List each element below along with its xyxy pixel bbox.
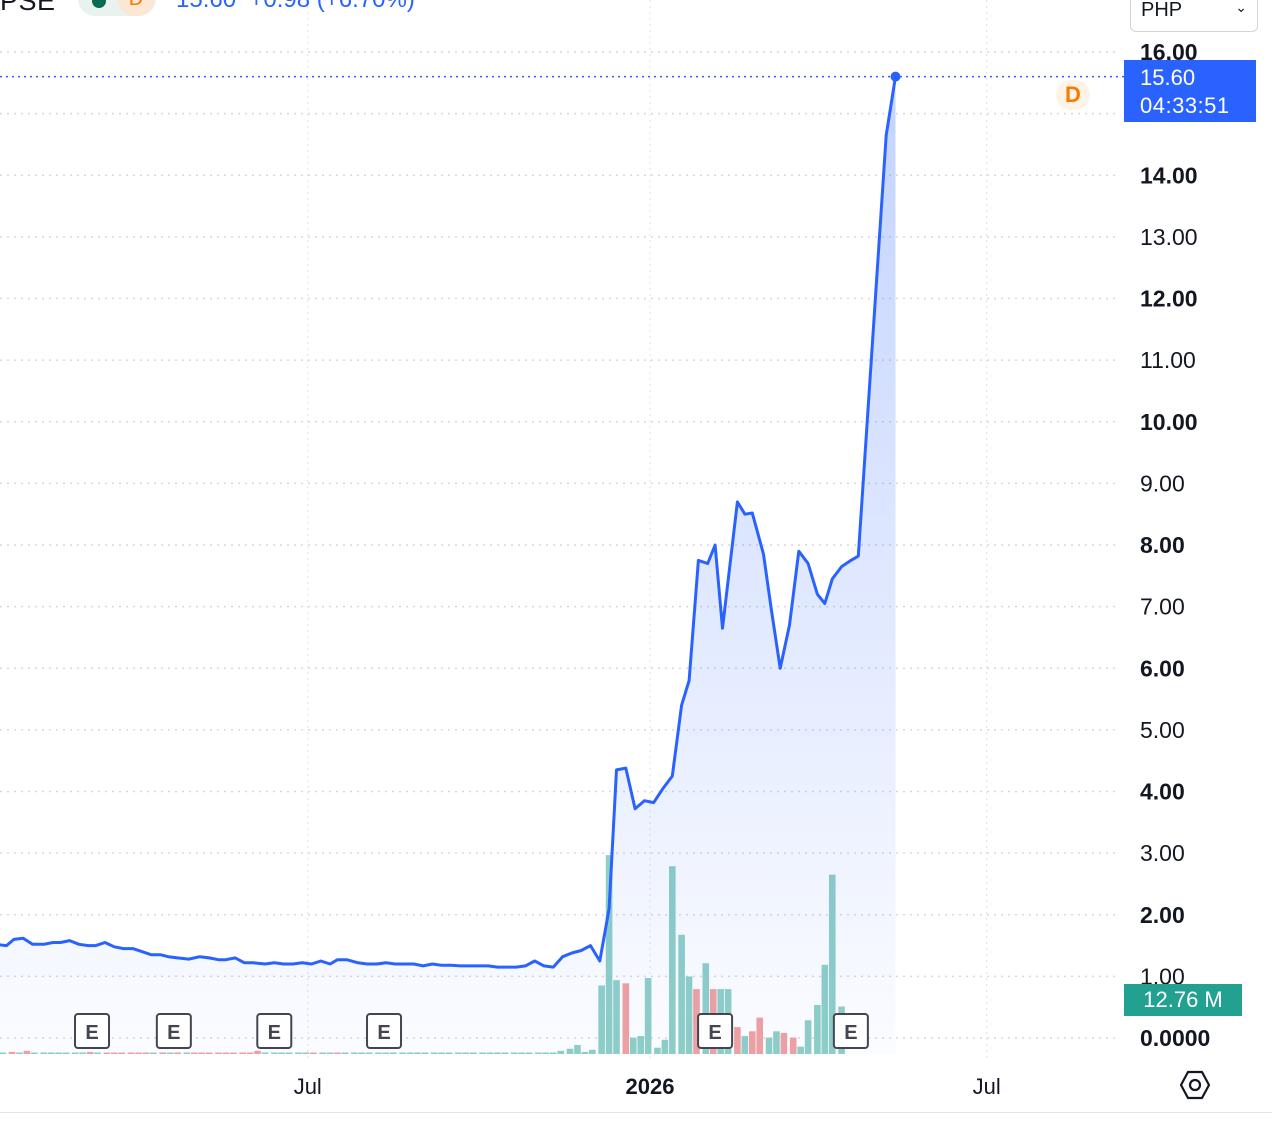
y-tick-label: 12.00 — [1140, 286, 1198, 312]
earnings-marker-label: E — [377, 1022, 390, 1044]
y-tick-label: 5.00 — [1140, 717, 1185, 743]
y-tick-label: 10.00 — [1140, 409, 1198, 435]
earnings-marker[interactable]: E — [74, 1013, 111, 1049]
earnings-marker[interactable]: E — [697, 1013, 734, 1049]
volume-tag: 12.76 M — [1124, 984, 1242, 1016]
earnings-marker-label: E — [167, 1022, 180, 1044]
x-tick-label: Jul — [294, 1074, 322, 1099]
y-tick-label: 4.00 — [1140, 779, 1185, 805]
price-axis[interactable]: 16.0015.0014.0013.0012.0011.0010.009.008… — [1140, 39, 1210, 1051]
earnings-marker[interactable]: E — [256, 1013, 293, 1049]
last-price-tag: 15.60 04:33:51 — [1124, 60, 1256, 122]
bar-countdown: 04:33:51 — [1140, 93, 1230, 118]
y-tick-label: 7.00 — [1140, 594, 1185, 620]
earnings-marker[interactable]: E — [832, 1013, 869, 1049]
earnings-marker-label: E — [268, 1022, 281, 1044]
y-tick-label: 13.00 — [1140, 224, 1198, 250]
market-status-pill[interactable]: D — [78, 0, 156, 16]
y-tick-label: 9.00 — [1140, 470, 1185, 496]
last-price-value: 15.60 — [1140, 65, 1196, 90]
earnings-marker-label: E — [844, 1022, 857, 1044]
earnings-marker[interactable]: E — [366, 1013, 403, 1049]
chart-bottom-border — [0, 1112, 1272, 1113]
x-tick-label: 2026 — [626, 1074, 675, 1099]
y-tick-label: 8.00 — [1140, 532, 1185, 558]
time-axis[interactable]: 2025Jul2026Jul — [0, 1074, 1001, 1099]
y-tick-label: 2.00 — [1140, 902, 1185, 928]
earnings-marker-label: E — [708, 1022, 721, 1044]
y-tick-label: 14.00 — [1140, 162, 1198, 188]
currency-value: PHP — [1141, 0, 1183, 21]
y-tick-label: 0.0000 — [1140, 1025, 1210, 1051]
chevron-down-icon: ⌄ — [1235, 0, 1247, 15]
price-chart[interactable]: EEEEEEE 16.0015.0014.0013.0012.0011.0010… — [0, 0, 1272, 1128]
y-tick-label: 11.00 — [1140, 347, 1196, 373]
interval-badge: D — [118, 0, 154, 16]
earnings-marker[interactable]: E — [155, 1013, 192, 1049]
last-price-dot — [890, 71, 901, 82]
symbol-header: PSE D 15.60 +0.98 (+6.70%) — [0, 0, 1272, 20]
chart-grid — [0, 0, 1118, 1058]
earnings-marker-label: E — [85, 1022, 98, 1044]
symbol-name[interactable]: PSE — [0, 0, 56, 17]
price-quote: 15.60 +0.98 (+6.70%) — [176, 0, 415, 14]
y-tick-label: 6.00 — [1140, 655, 1185, 681]
market-open-dot-icon — [92, 0, 106, 8]
settings-icon[interactable] — [1178, 1068, 1212, 1102]
currency-select[interactable]: PHP ⌄ — [1130, 0, 1258, 32]
dividend-marker[interactable]: D — [1056, 80, 1090, 110]
price-area — [0, 76, 896, 1054]
x-tick-label: Jul — [973, 1074, 1001, 1099]
y-tick-label: 3.00 — [1140, 840, 1185, 866]
